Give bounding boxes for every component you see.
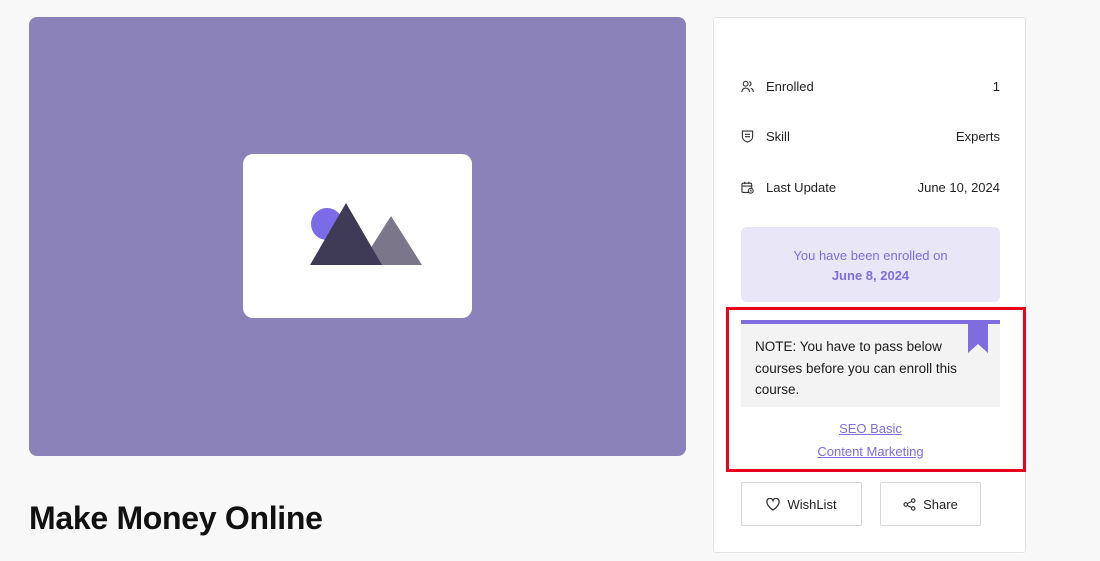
- enrollment-text: You have been enrolled on: [793, 248, 948, 263]
- meta-label: Skill: [766, 128, 790, 144]
- meta-value: Experts: [955, 128, 1000, 144]
- meta-label: Enrolled: [766, 78, 814, 94]
- share-button[interactable]: Share: [880, 482, 981, 526]
- wishlist-label: WishList: [787, 496, 837, 512]
- enrollment-status: You have been enrolled on June 8, 2024: [741, 227, 1000, 302]
- share-icon: [903, 497, 916, 511]
- meta-value: June 10, 2024: [917, 179, 1000, 195]
- meta-label: Last Update: [766, 179, 837, 195]
- enrollment-date: June 8, 2024: [831, 268, 910, 283]
- course-title: Make Money Online: [29, 500, 323, 536]
- meta-row-skill: Skill Experts: [741, 126, 1000, 146]
- calendar-icon: [741, 180, 755, 194]
- bookmark-ribbon-icon: [968, 323, 988, 353]
- meta-value: 1: [992, 78, 1000, 94]
- meta-row-enrolled: Enrolled 1: [741, 76, 1000, 96]
- image-placeholder-icon: [310, 203, 422, 265]
- course-sidebar: Enrolled 1 Skill Experts Last Update Jun…: [713, 17, 1026, 553]
- meta-row-last-update: Last Update June 10, 2024: [741, 177, 1000, 197]
- prerequisite-link-content-marketing[interactable]: Content Marketing: [741, 444, 1000, 459]
- course-page: Make Money Online Enrolled 1 Skill Exper…: [0, 0, 1100, 561]
- prerequisite-note: NOTE: You have to pass below courses bef…: [741, 320, 1000, 407]
- prerequisite-link-seo-basic[interactable]: SEO Basic: [741, 421, 1000, 436]
- thumbnail-placeholder: [243, 154, 472, 318]
- note-text: NOTE: You have to pass below courses bef…: [755, 339, 957, 397]
- share-label: Share: [923, 496, 958, 512]
- heart-icon: [766, 497, 781, 511]
- users-icon: [741, 79, 755, 93]
- wishlist-button[interactable]: WishList: [741, 482, 862, 526]
- course-thumbnail: [29, 17, 686, 456]
- skill-badge-icon: [741, 129, 755, 143]
